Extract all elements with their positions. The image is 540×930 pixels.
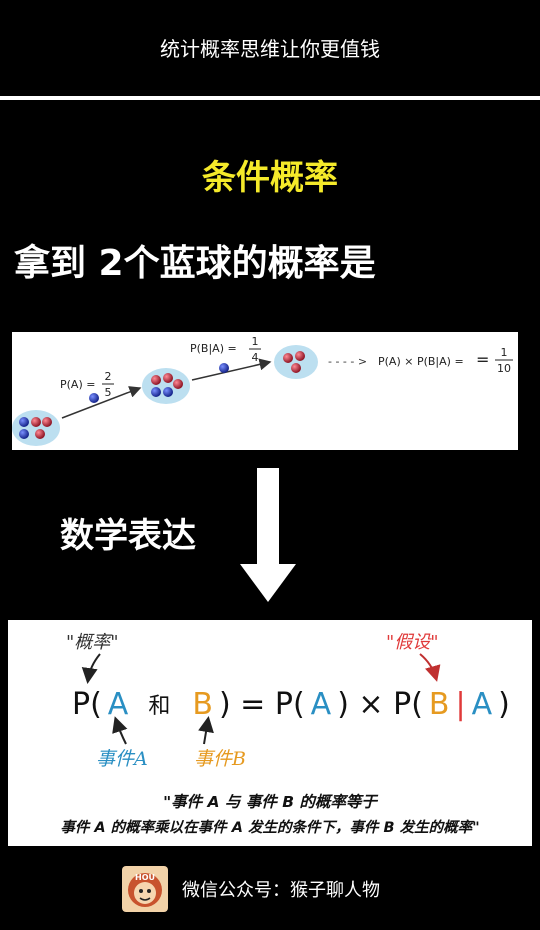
formula-event-a: A — [471, 686, 493, 722]
pa-label: P(A) = — [60, 378, 95, 391]
red-ball — [42, 417, 52, 427]
divider — [0, 96, 540, 100]
formula-event-b: B — [428, 686, 450, 722]
dashed-arrow: - - - - > — [328, 355, 367, 368]
blue-ball — [219, 363, 229, 373]
red-ball — [283, 353, 293, 363]
event-a-label: 事件A — [96, 748, 148, 770]
blue-ball — [151, 387, 161, 397]
formula-close: ) — [498, 686, 510, 722]
math-expression-label: 数学表达 — [60, 516, 196, 556]
red-ball — [163, 373, 173, 383]
red-ball — [173, 379, 183, 389]
footer: HOU 微信公众号：猴子聊人物 — [122, 866, 380, 912]
avatar: HOU — [122, 866, 168, 912]
red-ball — [31, 417, 41, 427]
event-b-label: 事件B — [194, 748, 246, 770]
pa-numerator: 2 — [105, 370, 112, 383]
formula-panel: "概率" "假设" P( A 和 B ) = P( A ) × P( B | A… — [8, 620, 532, 846]
banner-title: 统计概率思维让你更值钱 — [160, 37, 380, 61]
avatar-text: HOU — [135, 873, 155, 882]
ball-group-end — [274, 345, 318, 379]
pba-label: P(B|A) = — [190, 342, 237, 355]
blue-ball — [19, 417, 29, 427]
formula-times: ) × P( — [337, 686, 423, 722]
formula-and: 和 — [148, 694, 171, 719]
blue-ball — [163, 387, 173, 397]
svg-text:=: = — [476, 350, 489, 369]
blue-ball — [89, 393, 99, 403]
probability-diagram: P(A) = 2 5 P(B|A) = 1 4 - - - - > P(A) ×… — [12, 332, 518, 450]
section-title: 条件概率 — [202, 158, 338, 198]
banner: 统计概率思维让你更值钱 — [0, 0, 540, 95]
result-denominator: 10 — [497, 362, 511, 375]
probability-diagram-svg: P(A) = 2 5 P(B|A) = 1 4 - - - - > P(A) ×… — [12, 335, 513, 446]
formula-given-bar: | — [455, 686, 466, 722]
caption-line-2: 事件 A 的概率乘以在事件 A 发生的条件下，事件 B 发生的概率" — [60, 820, 480, 836]
formula-p-open: P( — [72, 686, 102, 722]
pba-numerator: 1 — [252, 335, 259, 348]
caption-line-1: "事件 A 与 事件 B 的概率等于 — [163, 793, 377, 811]
ball-group-middle — [142, 368, 190, 404]
red-ball — [291, 363, 301, 373]
result-label: P(A) × P(B|A) = — [378, 355, 464, 368]
formula-event-a: A — [107, 686, 129, 722]
monkey-logo-icon: HOU — [128, 873, 162, 907]
pa-denominator: 5 — [105, 386, 112, 399]
formula: P( A 和 B ) = P( A ) × P( B | A ) — [8, 678, 532, 730]
pba-denominator: 4 — [252, 351, 259, 364]
formula-arrows — [81, 653, 441, 745]
blue-ball — [19, 429, 29, 439]
result-numerator: 1 — [501, 346, 508, 359]
red-ball — [151, 375, 161, 385]
formula-event-b: B — [192, 686, 213, 722]
red-ball — [295, 351, 305, 361]
down-arrow-icon — [240, 468, 296, 602]
headline: 拿到 2个蓝球的概率是 — [14, 243, 376, 284]
ball-group-start — [12, 410, 60, 446]
formula-event-a: A — [310, 686, 332, 722]
footer-text: 微信公众号：猴子聊人物 — [182, 880, 380, 901]
red-ball — [35, 429, 45, 439]
formula-equals: ) = P( — [218, 686, 305, 722]
